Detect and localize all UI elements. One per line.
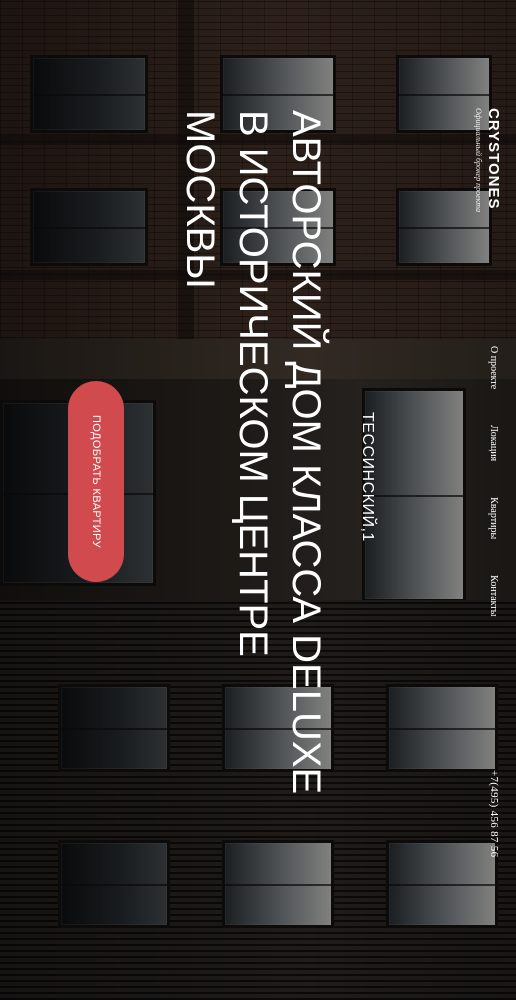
- nav-item-contacts[interactable]: Контакты: [488, 575, 499, 616]
- main-nav: О проекте Локация Квартиры Контакты: [488, 346, 499, 652]
- brand-logo[interactable]: CRYSTONES: [484, 108, 502, 212]
- nav-item-about[interactable]: О проекте: [488, 346, 499, 389]
- find-apartment-button[interactable]: ПОДОБРАТЬ КВАРТИРУ: [68, 381, 124, 582]
- nav-item-apartments[interactable]: Квартиры: [488, 497, 499, 539]
- nav-item-location[interactable]: Локация: [488, 425, 499, 461]
- rotated-page: CRYSTONES Официальный брокер проекта О п…: [0, 0, 516, 1000]
- phone-link[interactable]: +7(495) 456 87 56: [488, 770, 500, 857]
- brand-block[interactable]: CRYSTONES Официальный брокер проекта: [473, 108, 502, 212]
- hero-address: ТЕССИНСКИЙ,1: [359, 412, 376, 542]
- brand-tagline: Официальный брокер проекта: [474, 108, 483, 213]
- hero-title: АВТОРСКИЙ ДОМ КЛАССА DELUXE В ИСТОРИЧЕСК…: [178, 110, 328, 795]
